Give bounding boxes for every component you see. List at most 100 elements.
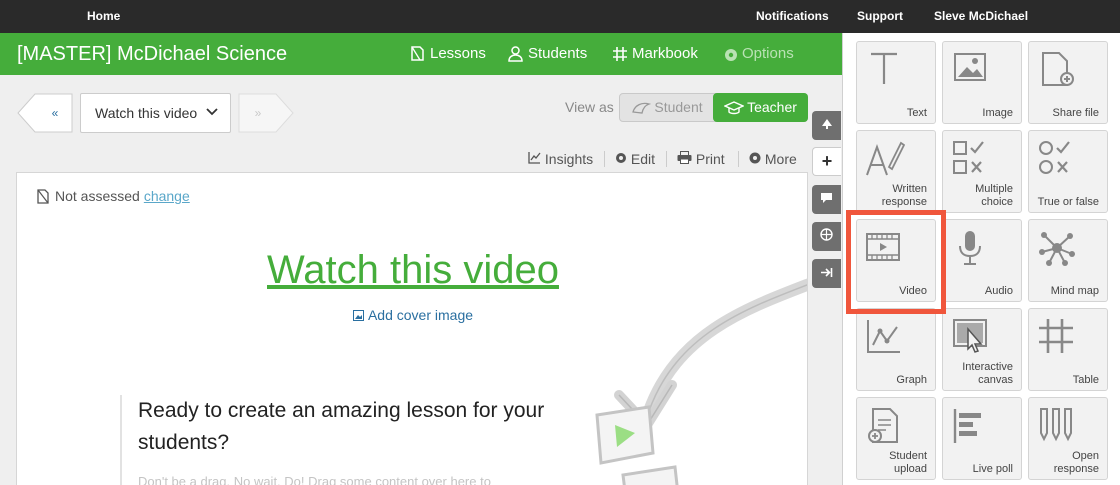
multiple-choice-icon bbox=[953, 141, 984, 174]
web-tool-button[interactable] bbox=[812, 222, 841, 251]
content-type-label: Written response bbox=[881, 183, 927, 208]
content-type-label: True or false bbox=[1037, 196, 1099, 208]
content-type-label: Share file bbox=[1052, 107, 1099, 119]
tree-icon bbox=[821, 119, 832, 129]
content-type-label: Mind map bbox=[1050, 285, 1099, 297]
course-header: [MASTER] McDichael Science Lessons Stude… bbox=[0, 33, 842, 75]
more-icon bbox=[749, 152, 761, 164]
not-assessed-icon bbox=[37, 189, 49, 204]
collapse-icon bbox=[821, 268, 833, 277]
content-type-mind-map[interactable]: Mind map bbox=[1028, 219, 1108, 302]
previous-lesson-button[interactable]: « bbox=[17, 93, 73, 133]
content-type-written-response[interactable]: Written response bbox=[856, 130, 936, 213]
notifications-link[interactable]: Notifications bbox=[756, 0, 829, 33]
markbook-icon bbox=[613, 47, 627, 61]
view-as-student-button[interactable]: Student bbox=[620, 94, 714, 121]
microphone-icon bbox=[959, 231, 981, 265]
comments-tool-button[interactable] bbox=[812, 185, 841, 214]
live-poll-icon bbox=[953, 409, 981, 443]
insights-label: Insights bbox=[544, 151, 594, 167]
content-type-label: Audio bbox=[984, 285, 1013, 297]
content-type-label: Interactive canvas bbox=[962, 361, 1013, 386]
content-type-label: Student upload bbox=[889, 450, 927, 475]
content-type-live-poll[interactable]: Live poll bbox=[942, 397, 1022, 480]
previous-label: « bbox=[51, 106, 59, 120]
content-type-student-upload[interactable]: Student upload bbox=[856, 397, 936, 480]
content-type-audio[interactable]: Audio bbox=[942, 219, 1022, 302]
top-bar: Home Notifications Support Sleve McDicha… bbox=[0, 0, 1120, 33]
image-icon bbox=[352, 310, 364, 321]
tree-tool-button[interactable] bbox=[812, 111, 841, 140]
mind-map-icon bbox=[1039, 232, 1075, 266]
interactive-canvas-icon bbox=[953, 319, 987, 353]
content-type-label: Multiple choice bbox=[975, 183, 1013, 208]
nav-markbook[interactable]: Markbook bbox=[612, 33, 698, 75]
home-link[interactable]: Home bbox=[87, 0, 120, 33]
content-type-interactive-canvas[interactable]: Interactive canvas bbox=[942, 308, 1022, 391]
share-file-icon bbox=[1042, 52, 1074, 86]
printer-icon bbox=[677, 151, 692, 164]
edit-button[interactable]: Edit bbox=[615, 149, 655, 169]
content-type-label: Text bbox=[906, 107, 927, 119]
add-content-button[interactable]: + bbox=[812, 147, 841, 176]
student-upload-icon bbox=[868, 408, 898, 443]
content-type-label: Graph bbox=[896, 374, 927, 386]
content-type-image[interactable]: Image bbox=[942, 41, 1022, 124]
print-button[interactable]: Print bbox=[677, 149, 725, 169]
empty-lesson-hint: Don't be a drag. No wait. Do! Drag some … bbox=[138, 474, 491, 485]
view-as-teacher-button[interactable]: Teacher bbox=[713, 93, 808, 122]
table-icon bbox=[1039, 319, 1073, 353]
nav-markbook-label: Markbook bbox=[632, 45, 698, 62]
prompt-divider bbox=[120, 395, 122, 485]
view-as-student-label: Student bbox=[654, 99, 703, 115]
gear-icon bbox=[616, 153, 626, 163]
content-type-share-file[interactable]: Share file bbox=[1028, 41, 1108, 124]
globe-icon bbox=[820, 228, 833, 241]
content-type-graph[interactable]: Graph bbox=[856, 308, 936, 391]
empty-lesson-prompt: Ready to create an amazing lesson for yo… bbox=[138, 399, 545, 454]
assessment-status: Not assessed change bbox=[35, 186, 190, 206]
view-as-teacher-label: Teacher bbox=[747, 99, 797, 115]
open-response-icon bbox=[1040, 408, 1072, 442]
comment-icon bbox=[821, 193, 832, 203]
content-type-label: Image bbox=[982, 107, 1013, 119]
content-type-table[interactable]: Table bbox=[1028, 308, 1108, 391]
content-type-text[interactable]: Text bbox=[856, 41, 936, 124]
nav-options[interactable]: Options bbox=[724, 33, 794, 75]
more-label: More bbox=[764, 151, 797, 167]
content-type-label: Live poll bbox=[972, 463, 1013, 475]
nav-students[interactable]: Students bbox=[507, 33, 587, 75]
add-cover-image-label: Add cover image bbox=[367, 307, 474, 323]
content-type-label: Open response bbox=[1053, 450, 1099, 475]
next-label: » bbox=[254, 106, 262, 120]
image-icon bbox=[954, 53, 986, 81]
next-lesson-button[interactable]: » bbox=[238, 93, 294, 133]
lessons-icon bbox=[411, 46, 424, 61]
lesson-content-card: Not assessed change Watch this video Add … bbox=[16, 172, 808, 485]
content-type-open-response[interactable]: Open response bbox=[1028, 397, 1108, 480]
course-title[interactable]: [MASTER] McDichael Science bbox=[17, 33, 287, 75]
edit-label: Edit bbox=[630, 151, 656, 167]
lesson-select[interactable]: Watch this video bbox=[80, 93, 231, 133]
user-menu[interactable]: Sleve McDichael bbox=[934, 0, 1028, 33]
nav-lessons[interactable]: Lessons bbox=[409, 33, 486, 75]
content-type-true-false[interactable]: True or false bbox=[1028, 130, 1108, 213]
change-assessment-link[interactable]: change bbox=[144, 188, 190, 204]
chevron-down-icon bbox=[206, 108, 218, 116]
support-link[interactable]: Support bbox=[857, 0, 903, 33]
lesson-actions: Insights Edit Print More bbox=[0, 149, 842, 169]
true-false-icon bbox=[1039, 141, 1070, 174]
lesson-select-value: Watch this video bbox=[95, 105, 198, 121]
assessment-status-label: Not assessed bbox=[55, 188, 140, 204]
insights-button[interactable]: Insights bbox=[528, 149, 593, 169]
nav-lessons-label: Lessons bbox=[430, 45, 486, 62]
more-button[interactable]: More bbox=[749, 149, 797, 169]
graph-icon bbox=[867, 320, 900, 353]
content-type-multiple-choice[interactable]: Multiple choice bbox=[942, 130, 1022, 213]
written-response-icon bbox=[866, 141, 905, 176]
content-type-label: Table bbox=[1072, 374, 1099, 386]
view-as-label: View as bbox=[565, 99, 614, 115]
collapse-panel-button[interactable] bbox=[812, 259, 841, 288]
plus-icon: + bbox=[821, 151, 833, 171]
text-icon bbox=[871, 52, 897, 84]
